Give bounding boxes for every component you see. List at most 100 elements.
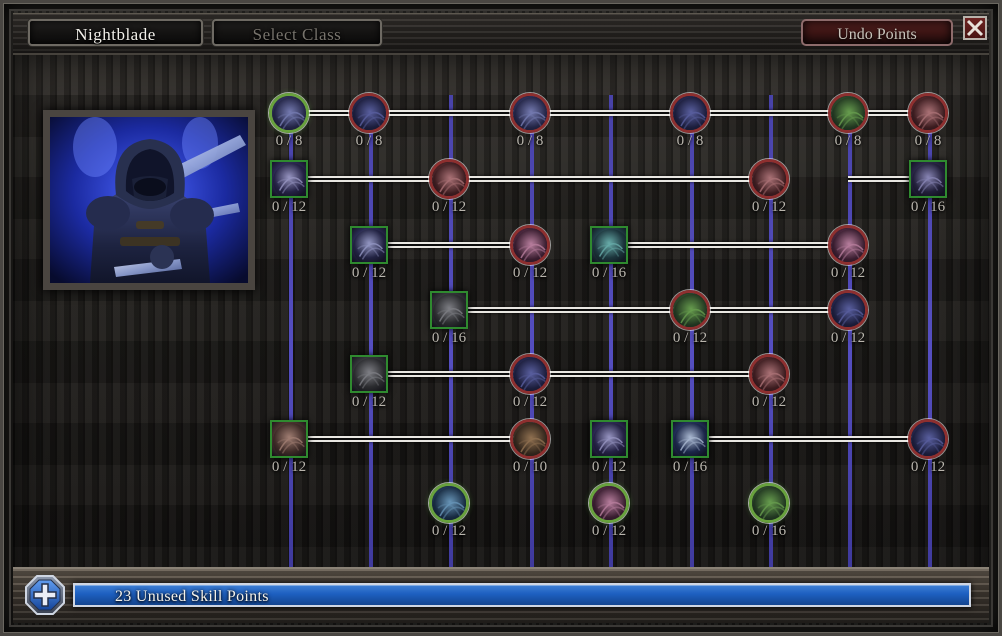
skill-node-r7c5[interactable]: 0 / 12: [589, 483, 629, 539]
character-portrait: [43, 110, 255, 290]
skill-node-r5c4[interactable]: 0 / 12: [510, 354, 550, 410]
skill-node-r2c1[interactable]: 0 / 12: [270, 160, 308, 215]
dark-swirl-icon: [831, 293, 865, 327]
skill-node-count: 0 / 12: [591, 523, 627, 539]
skill-node-r3c8[interactable]: 0 / 12: [828, 225, 868, 281]
skill-node-count: 0 / 12: [351, 265, 387, 281]
dark-swirl-icon: [513, 357, 547, 391]
footer-bar: 23 Unused Skill Points: [13, 567, 989, 623]
green-glow-icon: [673, 293, 707, 327]
skill-node-count: 0 / 12: [431, 199, 467, 215]
skill-node-r3c5[interactable]: 0 / 16: [590, 226, 628, 281]
skill-node-count: 0 / 8: [834, 133, 862, 149]
pink-burst-icon: [513, 228, 547, 262]
skill-points-label: 23 Unused Skill Points: [115, 588, 269, 605]
skill-node-count: 0 / 12: [591, 459, 627, 475]
tier-column-line-25: [690, 95, 694, 615]
connector-rail: [369, 242, 530, 248]
skill-node-r6c1[interactable]: 0 / 12: [270, 420, 308, 475]
connector-rail: [609, 242, 848, 248]
connector-rail: [289, 176, 769, 182]
pink-burst-icon: [592, 486, 626, 520]
smoke-wisp-icon: [911, 162, 945, 196]
feather-burst-icon: [592, 422, 626, 456]
connector-rail: [369, 371, 769, 377]
tier-column-line-40: [848, 95, 852, 615]
blade-slash-icon: [272, 96, 306, 130]
skill-node-count: 0 / 8: [676, 133, 704, 149]
ghost-figure-icon: [352, 228, 386, 262]
pink-burst-icon: [831, 228, 865, 262]
tab-class-name[interactable]: Nightblade: [28, 19, 203, 46]
blue-figure-icon: [432, 486, 466, 520]
skill-node-count: 0 / 16: [751, 523, 787, 539]
red-glow-icon: [752, 162, 786, 196]
dark-swirl-icon: [673, 96, 707, 130]
skill-node-r1c2[interactable]: 0 / 8: [349, 93, 389, 149]
skill-node-count: 0 / 12: [431, 523, 467, 539]
dark-swirl-icon: [911, 422, 945, 456]
skill-node-count: 0 / 12: [271, 459, 307, 475]
skill-node-r1c8[interactable]: 0 / 8: [828, 93, 868, 149]
grey-shade-icon: [352, 357, 386, 391]
dark-swirl-icon: [352, 96, 386, 130]
skill-node-count: 0 / 12: [830, 265, 866, 281]
skill-node-r6c6[interactable]: 0 / 16: [671, 420, 709, 475]
skill-node-count: 0 / 12: [271, 199, 307, 215]
skill-node-r6c4[interactable]: 0 / 10: [510, 419, 550, 475]
close-icon[interactable]: [963, 16, 987, 40]
skill-node-count: 0 / 16: [591, 265, 627, 281]
title-bar: Nightblade Select Class Undo Points: [13, 13, 989, 55]
skill-node-count: 0 / 16: [910, 199, 946, 215]
skill-node-count: 0 / 16: [431, 330, 467, 346]
skill-node-r6c5[interactable]: 0 / 12: [590, 420, 628, 475]
red-glow-icon: [752, 357, 786, 391]
skill-node-count: 0 / 12: [830, 330, 866, 346]
skill-node-r1c6[interactable]: 0 / 8: [670, 93, 710, 149]
skill-node-count: 0 / 12: [512, 265, 548, 281]
skill-node-r5c7[interactable]: 0 / 12: [749, 354, 789, 410]
skill-node-r3c4[interactable]: 0 / 12: [510, 225, 550, 281]
undo-points-button[interactable]: Undo Points: [801, 19, 953, 46]
skill-node-r7c7[interactable]: 0 / 16: [749, 483, 789, 539]
skill-node-count: 0 / 12: [751, 199, 787, 215]
skill-node-r1c1[interactable]: 0 / 8: [269, 93, 309, 149]
tab-select-class[interactable]: Select Class: [212, 19, 382, 46]
red-glow-icon: [911, 96, 945, 130]
plus-badge-icon[interactable]: [25, 575, 65, 615]
red-glow-icon: [432, 162, 466, 196]
green-glow-icon: [752, 486, 786, 520]
skill-tree-board: 1510152025324050 0 / 8 0 / 8: [13, 55, 989, 623]
skill-node-count: 0 / 8: [355, 133, 383, 149]
skill-node-r4c3[interactable]: 0 / 16: [430, 291, 468, 346]
face-mask-icon: [272, 422, 306, 456]
skill-node-count: 0 / 12: [351, 394, 387, 410]
skill-node-r2c9[interactable]: 0 / 16: [909, 160, 947, 215]
connector-rail: [289, 436, 530, 442]
skill-node-r6c9[interactable]: 0 / 12: [908, 419, 948, 475]
skill-tree-window: Nightblade Select Class Undo Points 0 / …: [0, 0, 1002, 636]
feather-burst-icon: [272, 162, 306, 196]
brown-orb-icon: [513, 422, 547, 456]
blade-slash-icon: [513, 96, 547, 130]
skill-node-r7c3[interactable]: 0 / 12: [429, 483, 469, 539]
skill-node-r4c8[interactable]: 0 / 12: [828, 290, 868, 346]
skill-node-count: 0 / 16: [672, 459, 708, 475]
skill-node-r2c7[interactable]: 0 / 12: [749, 159, 789, 215]
skill-node-r1c4[interactable]: 0 / 8: [510, 93, 550, 149]
skill-node-count: 0 / 12: [512, 394, 548, 410]
grey-shade-icon: [432, 293, 466, 327]
skill-node-count: 0 / 12: [672, 330, 708, 346]
skill-node-count: 0 / 10: [512, 459, 548, 475]
skill-node-count: 0 / 12: [910, 459, 946, 475]
skill-node-r3c2[interactable]: 0 / 12: [350, 226, 388, 281]
star-burst-icon: [673, 422, 707, 456]
skill-node-count: 0 / 8: [516, 133, 544, 149]
skill-node-r4c6[interactable]: 0 / 12: [670, 290, 710, 346]
skill-node-r2c3[interactable]: 0 / 12: [429, 159, 469, 215]
skill-node-r1c9[interactable]: 0 / 8: [908, 93, 948, 149]
green-glow-icon: [831, 96, 865, 130]
skill-node-count: 0 / 8: [275, 133, 303, 149]
connector-rail: [449, 307, 848, 313]
skill-node-r5c2[interactable]: 0 / 12: [350, 355, 388, 410]
